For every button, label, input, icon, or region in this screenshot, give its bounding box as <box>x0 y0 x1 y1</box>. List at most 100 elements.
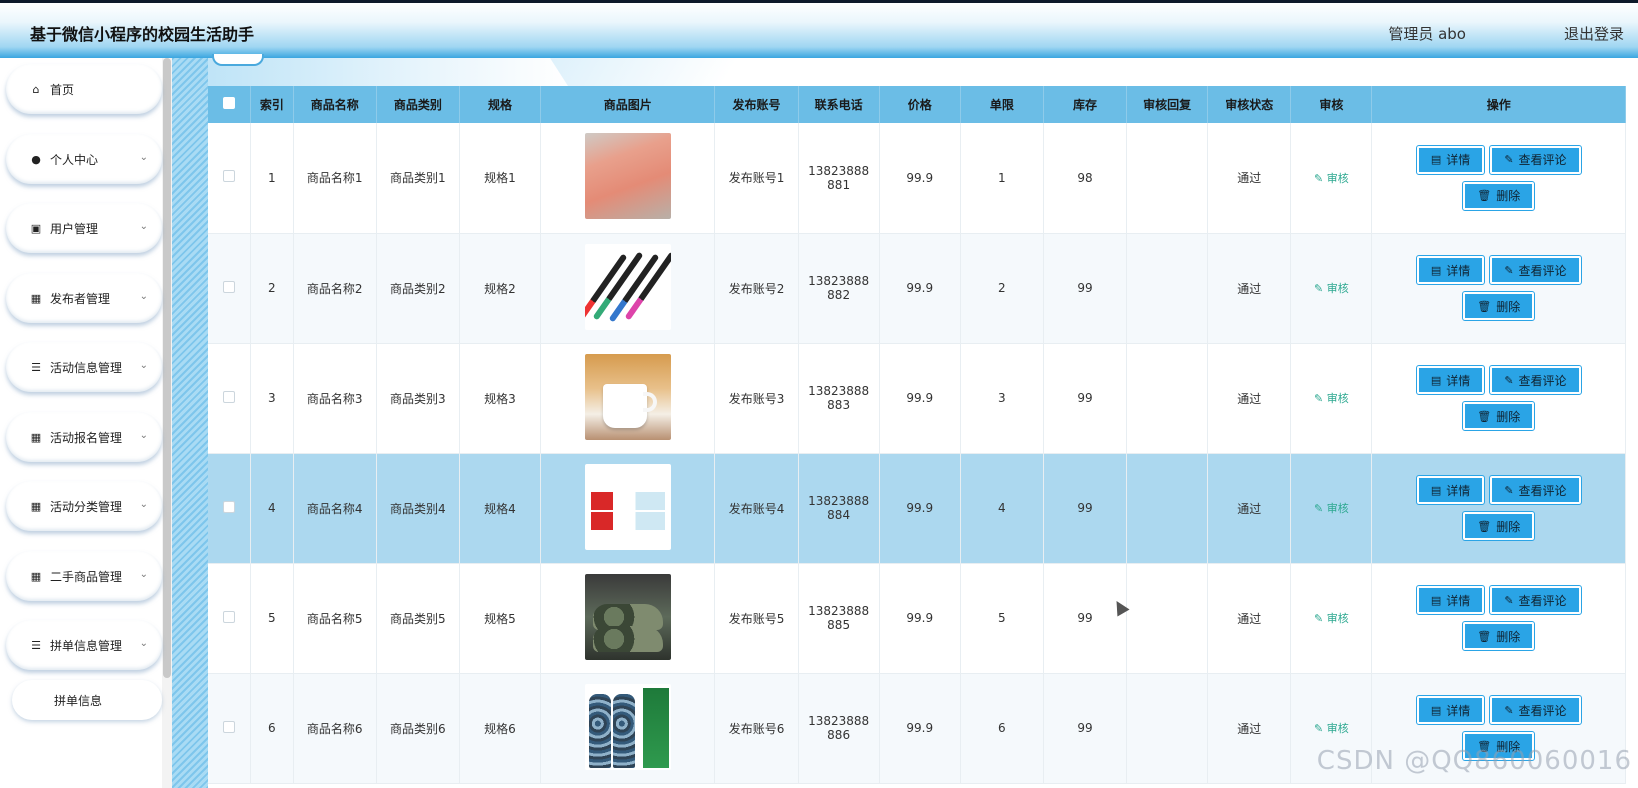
trash-icon: 🗑 <box>1477 189 1492 203</box>
sidebar-item-2[interactable]: ● 个人中心 ⌄ <box>6 134 162 184</box>
delete-button[interactable]: 🗑 删除 <box>1462 621 1536 651</box>
sidebar-item-3[interactable]: ▣ 用户管理 ⌄ <box>6 203 162 253</box>
sidebar-item-5[interactable]: ☰ 活动信息管理 ⌄ <box>6 342 162 392</box>
partial-button[interactable] <box>212 54 264 66</box>
row-checkbox[interactable] <box>223 280 236 293</box>
select-all-cell[interactable] <box>208 86 252 123</box>
admin-label: 管理员 abo <box>1388 25 1466 43</box>
delete-button[interactable]: 🗑 删除 <box>1462 401 1536 431</box>
account-cell: 发布账号4 <box>714 453 799 564</box>
detail-label: 详情 <box>1446 703 1471 718</box>
audit-link[interactable]: ✎ 审核 <box>1314 172 1349 185</box>
edit-icon: ✎ <box>1504 483 1514 497</box>
sidebar-item-label: 用户管理 <box>50 221 99 236</box>
detail-button[interactable]: ▤ 详情 <box>1415 144 1486 175</box>
row-checkbox[interactable] <box>223 720 236 733</box>
audit-link[interactable]: ✎ 审核 <box>1314 722 1349 735</box>
phone-cell: 13823888 886 <box>798 673 880 784</box>
trash-icon: 🗑 <box>1477 629 1492 643</box>
detail-button[interactable]: ▤ 详情 <box>1415 255 1486 285</box>
select-cell[interactable] <box>208 453 252 564</box>
limit-cell: 5 <box>960 563 1044 674</box>
select-cell[interactable] <box>208 343 252 454</box>
phone-part-b: 885 <box>827 618 851 632</box>
mug-image <box>584 353 671 440</box>
detail-button[interactable]: ▤ 详情 <box>1415 695 1486 725</box>
table-row[interactable]: 5 商品名称5 商品类别5 规格5 发布账号5 13823888 885 99.9 5 99 通过 ✎… <box>208 563 1626 674</box>
index-cell: 1 <box>250 123 294 234</box>
audit-link[interactable]: ✎ 审核 <box>1314 392 1349 405</box>
edit-icon: ✎ <box>1314 502 1327 515</box>
stock-cell: 99 <box>1043 233 1128 344</box>
phone-cell: 13823888 884 <box>798 453 880 564</box>
detail-button[interactable]: ▤ 详情 <box>1415 475 1486 505</box>
column-header: 商品类别 <box>376 86 460 123</box>
price-cell: 99.9 <box>879 123 961 234</box>
view-comments-button[interactable]: ✎ 查看评论 <box>1489 585 1582 615</box>
phone-part-a: 13823888 <box>808 163 870 178</box>
sidebar-item-9[interactable]: ☰ 拼单信息管理 ⌄ <box>6 620 162 670</box>
product-name: 商品名称1 <box>306 171 363 186</box>
table-row[interactable]: 2 商品名称2 商品类别2 规格2 发布账号2 13823888 882 99.9 2 99 通过 ✎… <box>208 233 1626 344</box>
spec-cell: 规格6 <box>459 673 542 784</box>
audit-link[interactable]: ✎ 审核 <box>1314 282 1349 295</box>
name-cell: 商品名称5 <box>293 563 377 674</box>
audit-status: 通过 <box>1237 501 1262 516</box>
delete-button[interactable]: 🗑 删除 <box>1462 291 1536 321</box>
view-comments-button[interactable]: ✎ 查看评论 <box>1489 695 1582 725</box>
reply-cell <box>1126 123 1209 234</box>
toothbrush-image <box>584 243 671 330</box>
detail-button[interactable]: ▤ 详情 <box>1415 365 1486 395</box>
sidebar-item-4[interactable]: ▦ 发布者管理 ⌄ <box>6 273 162 323</box>
limit-cell: 1 <box>960 123 1044 234</box>
grid-icon: ▦ <box>30 291 42 305</box>
stock-cell: 98 <box>1043 123 1128 234</box>
select-all-checkbox[interactable] <box>223 97 236 109</box>
row-checkbox[interactable] <box>223 610 236 623</box>
select-cell[interactable] <box>208 233 252 344</box>
status-cell: 通过 <box>1207 563 1292 674</box>
select-cell[interactable] <box>208 673 252 784</box>
column-header: 审核 <box>1290 86 1373 123</box>
stock: 99 <box>1077 281 1093 295</box>
detail-button[interactable]: ▤ 详情 <box>1415 585 1486 615</box>
comments-label: 查看评论 <box>1518 263 1567 278</box>
row-checkbox[interactable] <box>223 390 236 403</box>
delete-button[interactable]: 🗑 删除 <box>1462 511 1536 541</box>
sidebar-item-8[interactable]: ▦ 二手商品管理 ⌄ <box>6 551 162 601</box>
delete-button[interactable]: 🗑 删除 <box>1462 180 1536 211</box>
view-comments-button[interactable]: ✎ 查看评论 <box>1489 144 1582 175</box>
stock: 99 <box>1077 501 1093 515</box>
comments-label: 查看评论 <box>1518 593 1567 608</box>
sidebar-item-6[interactable]: ▦ 活动报名管理 ⌄ <box>6 412 162 462</box>
view-comments-button[interactable]: ✎ 查看评论 <box>1489 365 1582 395</box>
audit-link[interactable]: ✎ 审核 <box>1314 502 1349 515</box>
sidebar-item-1[interactable]: ⌂ 首页 <box>6 64 162 114</box>
status-cell: 通过 <box>1207 343 1292 454</box>
grid-icon: ▦ <box>30 430 42 444</box>
comments-label: 查看评论 <box>1518 373 1567 388</box>
chevron-down-icon: ⌄ <box>139 291 148 302</box>
app-title: 基于微信小程序的校园生活助手 <box>30 25 255 44</box>
column-header: 索引 <box>250 86 294 123</box>
grid-icon: ▦ <box>30 569 42 583</box>
row-checkbox[interactable] <box>223 170 236 183</box>
category-cell: 商品类别5 <box>376 563 460 674</box>
product-name: 商品名称3 <box>306 391 363 406</box>
sidebar-subitem[interactable]: 拼单信息 <box>12 680 162 720</box>
table-row[interactable]: 1 商品名称1 商品类别1 规格1 发布账号1 13823888 881 99.9 1 98 通过 ✎… <box>208 123 1626 234</box>
sidebar-item-label: 个人中心 <box>50 152 99 167</box>
table-row[interactable]: 4 商品名称4 商品类别4 规格4 发布账号4 13823888 884 99.9 4 99 通过 ✎… <box>208 453 1626 564</box>
list-icon: ☰ <box>31 360 41 374</box>
row-checkbox[interactable] <box>223 500 236 513</box>
view-comments-button[interactable]: ✎ 查看评论 <box>1489 475 1582 505</box>
audit-link[interactable]: ✎ 审核 <box>1314 612 1349 625</box>
select-cell[interactable] <box>208 563 252 674</box>
view-comments-button[interactable]: ✎ 查看评论 <box>1489 255 1582 285</box>
select-cell[interactable] <box>208 123 252 234</box>
table-row[interactable]: 3 商品名称3 商品类别3 规格3 发布账号3 13823888 883 99.9 3 99 通过 ✎… <box>208 343 1626 454</box>
sidebar-item-7[interactable]: ▦ 活动分类管理 ⌄ <box>6 481 162 531</box>
product-name: 商品名称6 <box>306 721 363 736</box>
sidebar-scrollbar-thumb[interactable] <box>163 58 171 678</box>
logout-link[interactable]: 退出登录 <box>1564 23 1624 44</box>
